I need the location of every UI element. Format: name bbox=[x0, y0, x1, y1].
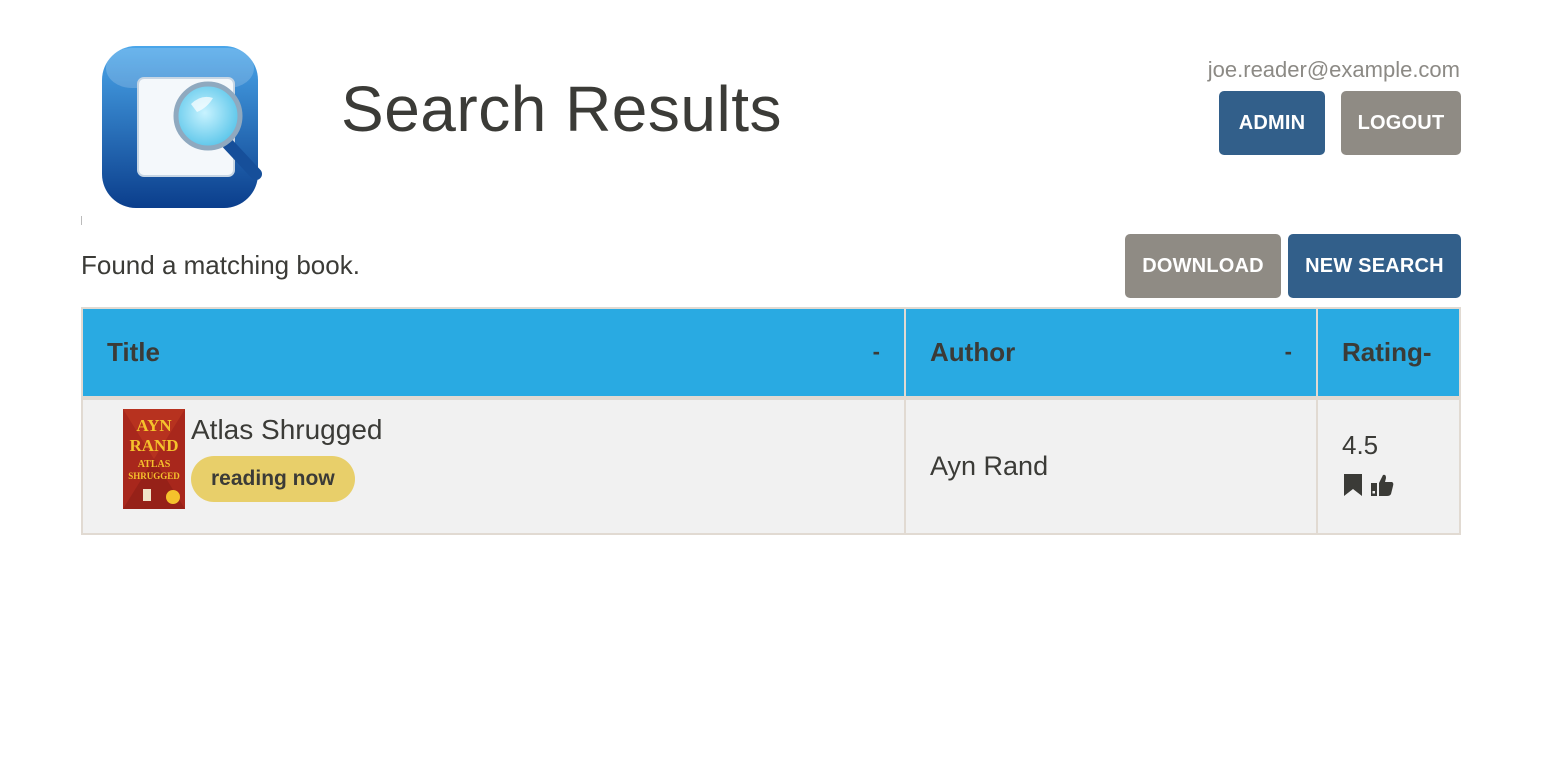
sort-indicator[interactable]: - bbox=[873, 339, 880, 365]
table-row[interactable]: AYN RAND ATLAS SHRUGGED Atlas Shrugged r… bbox=[83, 400, 1459, 533]
results-table: Title - Author - Rating- AYN RAND ATLAS … bbox=[81, 307, 1461, 535]
column-header-label: Title bbox=[107, 337, 160, 367]
download-button[interactable]: DOWNLOAD bbox=[1125, 234, 1281, 298]
rating-cell: 4.5 bbox=[1318, 400, 1459, 533]
book-title-link[interactable]: Atlas Shrugged bbox=[191, 414, 382, 446]
bookmark-icon[interactable] bbox=[1342, 473, 1366, 497]
cover-text-title-first: ATLAS bbox=[138, 459, 171, 470]
author-name: Ayn Rand bbox=[930, 451, 1049, 481]
rating-block: 4.5 bbox=[1342, 430, 1394, 497]
rating-value: 4.5 bbox=[1342, 430, 1379, 460]
rating-icons bbox=[1342, 473, 1394, 497]
cover-text-author-first: AYN bbox=[136, 416, 172, 435]
magnifier-app-icon bbox=[102, 46, 262, 208]
new-search-button[interactable]: NEW SEARCH bbox=[1288, 234, 1461, 298]
column-header-label: Author bbox=[930, 337, 1016, 367]
reading-status-badge: reading now bbox=[191, 456, 355, 502]
page-title: Search Results bbox=[341, 73, 782, 145]
divider-mark bbox=[81, 216, 82, 225]
thumbs-up-icon[interactable] bbox=[1370, 473, 1394, 497]
logout-button[interactable]: LOGOUT bbox=[1341, 91, 1461, 155]
column-header-label: Rating- bbox=[1318, 337, 1432, 368]
author-cell: Ayn Rand bbox=[906, 400, 1318, 533]
table-header-row: Title - Author - Rating- bbox=[83, 309, 1459, 400]
app-logo bbox=[96, 38, 266, 214]
column-header-author[interactable]: Author - bbox=[906, 309, 1318, 396]
column-header-title[interactable]: Title - bbox=[83, 309, 906, 396]
user-email: joe.reader@example.com bbox=[1207, 57, 1460, 82]
sort-indicator[interactable]: - bbox=[1423, 337, 1432, 367]
title-cell: AYN RAND ATLAS SHRUGGED Atlas Shrugged r… bbox=[83, 400, 906, 533]
cover-text-author-last: RAND bbox=[129, 436, 178, 455]
book-cover-image[interactable]: AYN RAND ATLAS SHRUGGED bbox=[123, 409, 185, 509]
sort-indicator[interactable]: - bbox=[1285, 339, 1292, 365]
admin-button[interactable]: ADMIN bbox=[1219, 91, 1325, 155]
result-status-text: Found a matching book. bbox=[81, 250, 360, 280]
column-header-rating[interactable]: Rating- bbox=[1318, 309, 1459, 396]
cover-text-title-last: SHRUGGED bbox=[128, 471, 180, 481]
rating-label: Rating bbox=[1342, 337, 1423, 367]
